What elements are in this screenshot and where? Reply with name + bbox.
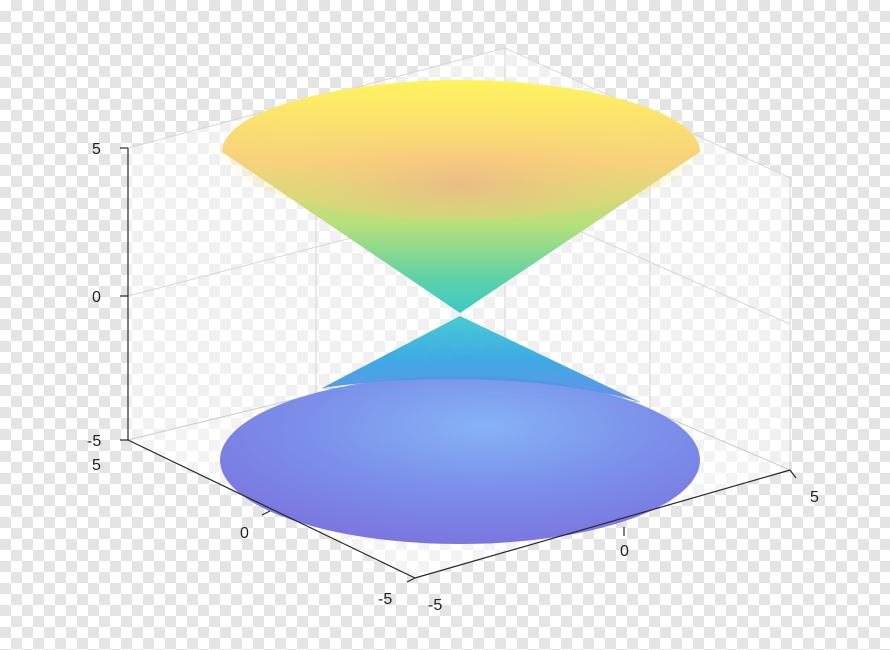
- x-tick-label: 0: [620, 543, 629, 560]
- z-tick-label: 5: [92, 141, 101, 158]
- y-tick-label: 5: [92, 457, 101, 474]
- z-tick-label: 0: [92, 289, 101, 306]
- y-tick-label: 0: [240, 525, 249, 542]
- z-tick-label: -5: [87, 433, 101, 450]
- z-axis-ticks: 5 0 -5: [87, 141, 101, 450]
- top-cone-rim: [222, 80, 698, 220]
- cone-plot: 5 0 -5 5 0 -5 5 0 -5: [87, 47, 819, 614]
- y-tick-label: -5: [378, 591, 392, 608]
- x-tick-label: -5: [428, 597, 442, 614]
- x-tick-label: 5: [810, 489, 819, 506]
